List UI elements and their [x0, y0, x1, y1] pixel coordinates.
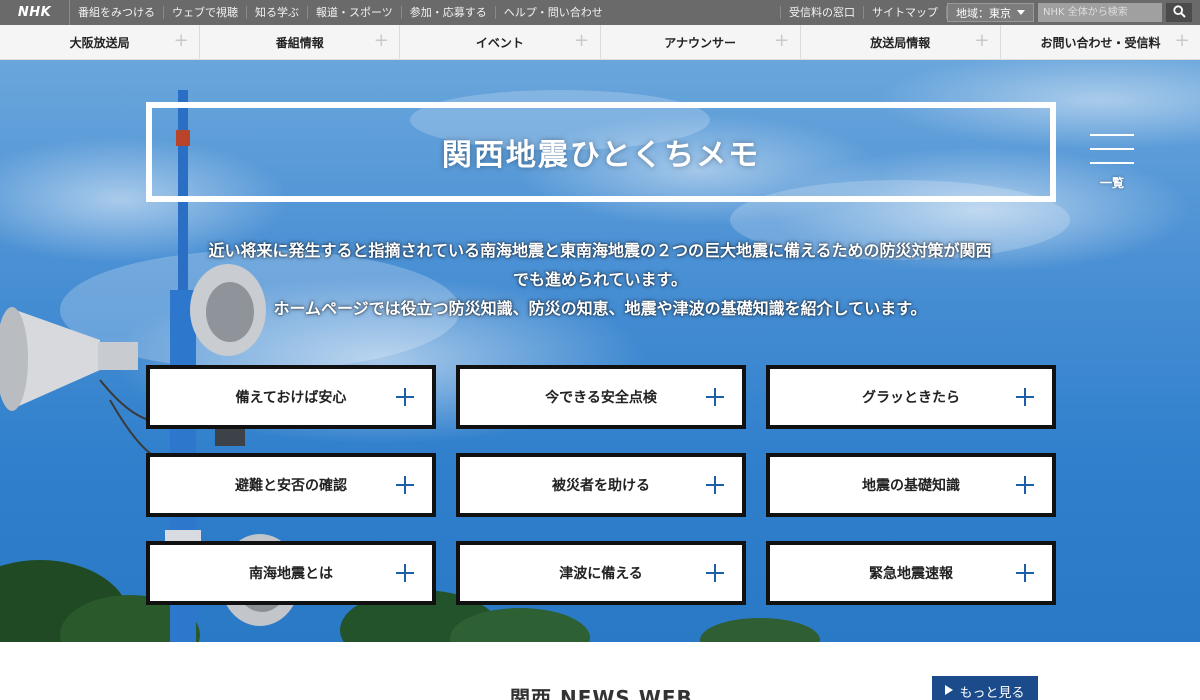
search-icon: [1172, 4, 1186, 21]
plus-icon: [1016, 388, 1034, 406]
more-button[interactable]: もっと見る: [932, 676, 1038, 700]
topic-tile-label: グラッときたら: [862, 390, 960, 406]
hamburger-icon-line: [1090, 134, 1134, 136]
search-input[interactable]: [1038, 3, 1162, 22]
plus-icon: [396, 388, 414, 406]
top-links: 番組をみつける ウェブで視聴 知る学ぶ 報道・スポーツ 参加・応募する ヘルプ・…: [70, 0, 611, 25]
hamburger-icon-line: [1090, 148, 1134, 150]
hero-section: 関西地震ひとくちメモ 一覧 近い将来に発生すると指摘されている南海地震と東南海地…: [0, 60, 1200, 642]
main-nav: 大阪放送局 + 番組情報 + イベント + アナウンサー + 放送局情報 + お…: [0, 25, 1200, 60]
topic-tile-preparation[interactable]: 備えておけば安心: [146, 365, 436, 429]
topic-tile-nankai[interactable]: 南海地震とは: [146, 541, 436, 605]
top-right-area: 受信料の窓口 サイトマップ 地域：東京: [780, 0, 1200, 25]
topic-tile-eew[interactable]: 緊急地震速報: [766, 541, 1056, 605]
hamburger-icon-line: [1090, 162, 1134, 164]
top-link-participate[interactable]: 参加・応募する: [402, 6, 496, 19]
topic-tile-label: 今できる安全点検: [545, 390, 657, 406]
plus-icon: +: [373, 30, 389, 51]
plus-icon: +: [1174, 30, 1190, 51]
news-section: 関西 NEWS WEB もっと見る: [0, 642, 1200, 700]
search-button[interactable]: [1166, 3, 1192, 22]
intro-line: 近い将来に発生すると指摘されている南海地震と東南海地震の２つの巨大地震に備えるた…: [208, 241, 992, 260]
nav-item-announcers[interactable]: アナウンサー +: [601, 25, 801, 59]
plus-icon: [396, 476, 414, 494]
plus-icon: [396, 564, 414, 582]
plus-icon: +: [774, 30, 790, 51]
top-link-sitemap[interactable]: サイトマップ: [864, 6, 947, 19]
plus-icon: [706, 476, 724, 494]
topic-tile-label: 避難と安否の確認: [235, 478, 347, 494]
top-utility-bar: NHK 番組をみつける ウェブで視聴 知る学ぶ 報道・スポーツ 参加・応募する …: [0, 0, 1200, 25]
top-link-find-programs[interactable]: 番組をみつける: [70, 6, 164, 19]
list-menu-label: 一覧: [1099, 176, 1124, 190]
nav-item-label: アナウンサー: [664, 35, 736, 50]
topic-tile-label: 南海地震とは: [249, 566, 333, 582]
news-section-title: 関西 NEWS WEB: [510, 686, 693, 700]
topic-tile-when-shaking[interactable]: グラッときたら: [766, 365, 1056, 429]
topic-tile-label: 被災者を助ける: [552, 478, 650, 494]
nav-item-events[interactable]: イベント +: [400, 25, 601, 59]
topic-tile-earthquake-basics[interactable]: 地震の基礎知識: [766, 453, 1056, 517]
nav-item-label: イベント: [475, 35, 524, 50]
caret-down-icon: [1017, 6, 1025, 19]
plus-icon: [706, 564, 724, 582]
topic-tile-label: 地震の基礎知識: [862, 478, 960, 494]
site-search: [1038, 3, 1192, 22]
plus-icon: +: [173, 30, 189, 51]
topic-grid: 備えておけば安心 今できる安全点検 グラッときたら 避難と安否の確認 被災者を助…: [146, 365, 1056, 605]
top-link-help[interactable]: ヘルプ・問い合わせ: [496, 6, 611, 19]
hero-title-box: 関西地震ひとくちメモ: [146, 102, 1056, 202]
list-menu-button[interactable]: 一覧: [1090, 134, 1134, 191]
nav-item-label: 放送局情報: [870, 35, 931, 50]
play-triangle-icon: [945, 684, 954, 699]
topic-tile-label: 津波に備える: [559, 566, 643, 582]
nav-item-label: 番組情報: [275, 35, 324, 50]
topic-tile-evacuation[interactable]: 避難と安否の確認: [146, 453, 436, 517]
page-title: 関西地震ひとくちメモ: [441, 138, 761, 173]
nav-item-contact-fee[interactable]: お問い合わせ・受信料 +: [1001, 25, 1200, 59]
region-label: 地域：東京: [956, 6, 1011, 20]
intro-line: ホームページでは役立つ防災知識、防災の知恵、地震や津波の基礎知識を紹介しています…: [273, 299, 927, 318]
top-link-watch-web[interactable]: ウェブで視聴: [164, 6, 247, 19]
nhk-logo[interactable]: NHK: [0, 0, 70, 25]
intro-line: でも進められています。: [513, 270, 687, 289]
top-link-learn[interactable]: 知る学ぶ: [247, 6, 308, 19]
nav-item-programs[interactable]: 番組情報 +: [200, 25, 401, 59]
topic-tile-label: 緊急地震速報: [869, 566, 953, 582]
region-select[interactable]: 地域：東京: [947, 3, 1034, 22]
nav-item-label: 大阪放送局: [69, 35, 130, 50]
nav-item-osaka-station[interactable]: 大阪放送局 +: [0, 25, 201, 59]
plus-icon: +: [573, 30, 590, 51]
topic-tile-help-victims[interactable]: 被災者を助ける: [456, 453, 746, 517]
plus-icon: +: [974, 30, 990, 51]
plus-icon: [1016, 564, 1034, 582]
nav-item-label: お問い合わせ・受信料: [1040, 35, 1161, 50]
topic-tile-safety-check[interactable]: 今できる安全点検: [456, 365, 746, 429]
top-link-reception-fee[interactable]: 受信料の窓口: [780, 6, 864, 19]
intro-text: 近い将来に発生すると指摘されている南海地震と東南海地震の２つの巨大地震に備えるた…: [140, 236, 1060, 323]
top-link-news-sports[interactable]: 報道・スポーツ: [308, 6, 402, 19]
plus-icon: [706, 388, 724, 406]
topic-tile-tsunami[interactable]: 津波に備える: [456, 541, 746, 605]
plus-icon: [1016, 476, 1034, 494]
nav-item-station-info[interactable]: 放送局情報 +: [801, 25, 1001, 59]
topic-tile-label: 備えておけば安心: [235, 390, 347, 406]
more-button-label: もっと見る: [959, 685, 1025, 700]
